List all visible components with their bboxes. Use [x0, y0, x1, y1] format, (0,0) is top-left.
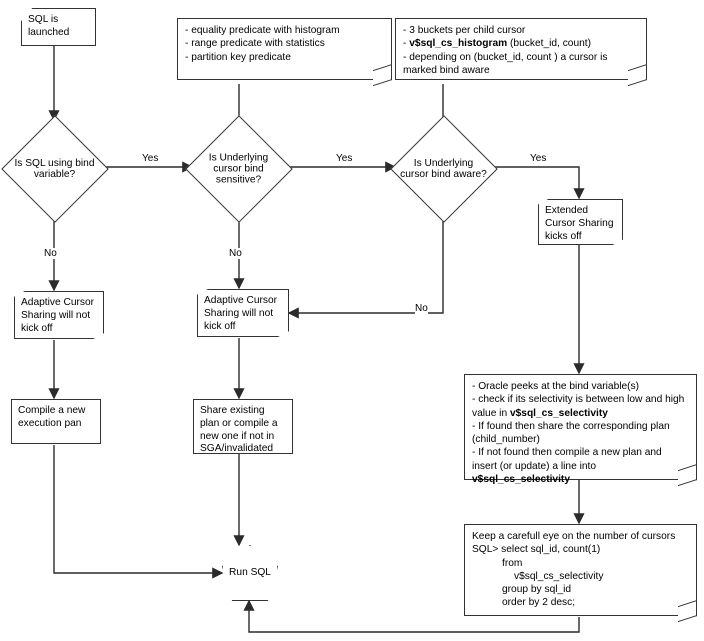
- note-cursors-line4: v$sql_cs_selectivity: [472, 570, 689, 583]
- note-peek-line1: - Oracle peeks at the bind variable(s): [472, 380, 689, 393]
- note-sensitive-line2: - range predicate with statistics: [185, 37, 384, 50]
- note-cursors-line1: Keep a carefull eye on the number of cur…: [472, 530, 689, 543]
- decision-bind-aware-label: Is Underlying cursor bind aware?: [400, 158, 487, 180]
- process-acs-no-2-label: Adaptive Cursor Sharing will not kick of…: [204, 295, 277, 332]
- process-ecs-label: Extended Cursor Sharing kicks off: [545, 205, 614, 242]
- edge-yes-3: Yes: [530, 153, 546, 164]
- note-peek-selectivity: - Oracle peeks at the bind variable(s) -…: [464, 374, 697, 480]
- note-aware-line3: - depending on (bucket_id, count ) a cur…: [403, 51, 639, 78]
- note-cursors-line3: from: [472, 557, 689, 570]
- decision-bind-variable-label: Is SQL using bind variable?: [14, 158, 94, 180]
- note-peek-line4a: - If not found then compile a new plan a…: [472, 447, 662, 471]
- note-bind-sensitive: - equality predicate with histogram - ra…: [177, 18, 392, 80]
- process-acs-no-1: Adaptive Cursor Sharing will not kick of…: [14, 291, 104, 339]
- process-acs-no-2: Adaptive Cursor Sharing will not kick of…: [197, 289, 289, 337]
- note-bind-aware: - 3 buckets per child cursor - v$sql_cs_…: [395, 18, 647, 80]
- note-aware-line2b: v$sql_cs_histogram: [409, 38, 507, 49]
- edge-no-3: No: [415, 303, 428, 314]
- process-acs-no-1-label: Adaptive Cursor Sharing will not kick of…: [21, 297, 94, 334]
- process-ecs: Extended Cursor Sharing kicks off: [538, 199, 623, 245]
- note-aware-line2c: (bucket_id, count): [507, 38, 591, 49]
- edge-yes-1: Yes: [142, 153, 158, 164]
- process-compile-new: Compile a new execution pan: [11, 399, 101, 444]
- note-peek-line3: - If found then share the corresponding …: [472, 420, 689, 447]
- note-cursors-line5: group by sql_id: [472, 583, 689, 596]
- note-aware-line1: - 3 buckets per child cursor: [403, 24, 639, 37]
- process-share-plan: Share existing plan or compile a new one…: [193, 399, 293, 454]
- edge-no-2: No: [229, 248, 242, 259]
- process-share-plan-label: Share existing plan or compile a new one…: [200, 405, 278, 454]
- note-peek-line4b: v$sql_cs_selectivity: [472, 474, 570, 485]
- start-node: SQL is launched: [21, 8, 96, 46]
- note-sensitive-line3: - partition key predicate: [185, 51, 384, 64]
- decision-bind-aware: Is Underlying cursor bind aware?: [390, 115, 497, 222]
- edge-no-1: No: [44, 248, 57, 259]
- note-sensitive-line1: - equality predicate with histogram: [185, 24, 384, 37]
- process-compile-new-label: Compile a new execution pan: [18, 405, 85, 429]
- terminator-run-sql: Run SQL: [222, 545, 278, 601]
- decision-bind-sensitive: Is Underlying cursor bind sensitive?: [185, 115, 292, 222]
- start-label: SQL is launched: [28, 14, 69, 38]
- note-cursors-line2: SQL> select sql_id, count(1): [472, 543, 689, 556]
- terminator-run-sql-label: Run SQL: [229, 567, 271, 580]
- decision-bind-variable: Is SQL using bind variable?: [1, 115, 108, 222]
- note-cursors-line6: order by 2 desc;: [472, 596, 689, 609]
- note-peek-line2b: v$sql_cs_selectivity: [510, 408, 608, 419]
- note-cursor-count: Keep a carefull eye on the number of cur…: [464, 524, 697, 616]
- edge-yes-2: Yes: [336, 153, 352, 164]
- decision-bind-sensitive-label: Is Underlying cursor bind sensitive?: [209, 152, 268, 185]
